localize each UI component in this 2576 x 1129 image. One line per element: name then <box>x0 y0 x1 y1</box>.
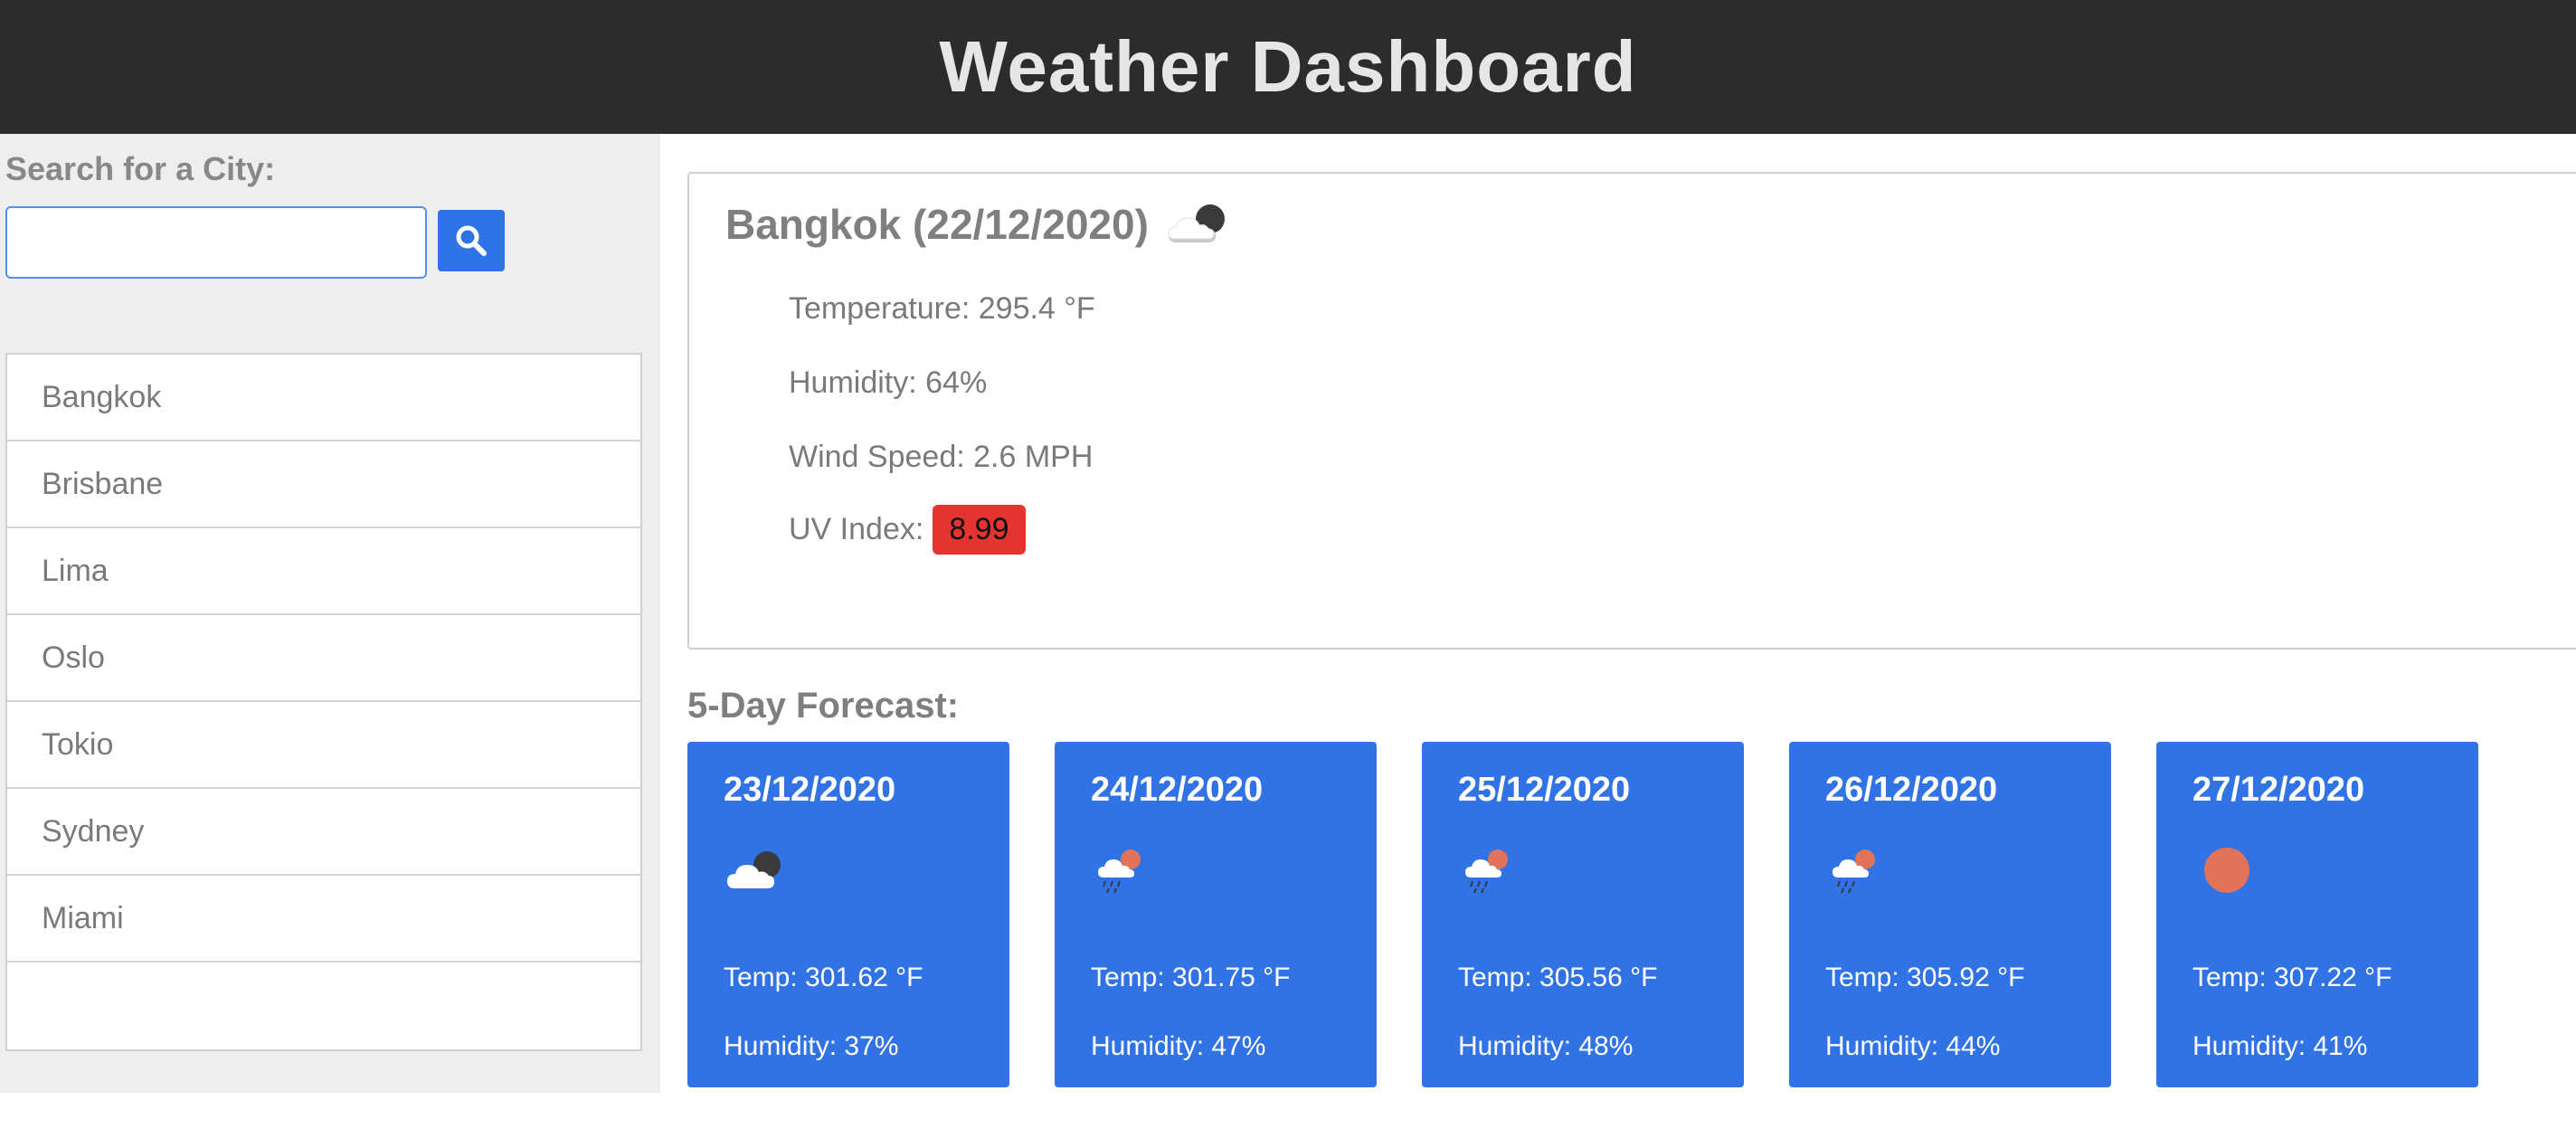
city-history-list: Bangkok Brisbane Lima Oslo Tokio Sydney … <box>5 353 642 1051</box>
city-item-brisbane[interactable]: Brisbane <box>7 441 640 528</box>
forecast-card: 24/12/2020 Temp: 301.75 °F Humidity: 47% <box>1055 742 1377 1087</box>
forecast-humidity: Humidity: 41% <box>2192 1031 2368 1061</box>
forecast-humidity: Humidity: 47% <box>1091 1031 1266 1061</box>
city-item-oslo[interactable]: Oslo <box>7 615 640 702</box>
forecast-humidity: Humidity: 44% <box>1825 1031 2001 1061</box>
search-input[interactable] <box>5 206 427 279</box>
current-humidity: Humidity: 64% <box>789 365 988 400</box>
forecast-temp: Temp: 305.92 °F <box>1825 963 2025 992</box>
clear-sun-icon <box>2204 848 2249 893</box>
forecast-date: 25/12/2020 <box>1458 771 1631 809</box>
search-button[interactable] <box>438 210 505 271</box>
forecast-date: 24/12/2020 <box>1091 771 1264 809</box>
city-item-sydney[interactable]: Sydney <box>7 789 640 876</box>
current-temperature: Temperature: 295.4 °F <box>789 291 1095 326</box>
forecast-card: 23/12/2020 Temp: 301.62 °F Humidity: 37% <box>687 742 1009 1087</box>
forecast-temp: Temp: 307.22 °F <box>2192 963 2392 992</box>
forecast-temp: Temp: 305.56 °F <box>1458 963 1658 992</box>
current-city-date: Bangkok (22/12/2020) <box>725 201 1149 248</box>
current-wind-speed: Wind Speed: 2.6 MPH <box>789 440 1094 474</box>
forecast-humidity: Humidity: 48% <box>1458 1031 1634 1061</box>
forecast-date: 26/12/2020 <box>1825 771 1998 809</box>
search-icon <box>456 225 487 256</box>
rain-sun-icon <box>1465 849 1508 894</box>
current-weather-title: Bangkok (22/12/2020) <box>725 195 1236 253</box>
search-label: Search for a City: <box>5 150 276 187</box>
rain-sun-icon <box>1098 849 1141 894</box>
sidebar: Search for a City: Bangkok Brisbane Lima… <box>0 134 660 1093</box>
current-uv-row: UV Index: 8.99 <box>789 505 1026 555</box>
forecast-temp: Temp: 301.62 °F <box>724 963 923 992</box>
forecast-card: 26/12/2020 Temp: 305.92 °F Humidity: 44% <box>1789 742 2111 1087</box>
forecast-humidity: Humidity: 37% <box>724 1031 899 1061</box>
forecast-card: 27/12/2020 Temp: 307.22 °F Humidity: 41% <box>2156 742 2478 1087</box>
forecast-card: 25/12/2020 Temp: 305.56 °F Humidity: 48% <box>1422 742 1744 1087</box>
rain-sun-icon <box>1833 849 1875 894</box>
city-item-miami[interactable]: Miami <box>7 876 640 963</box>
city-item-empty <box>7 963 640 1049</box>
cloudy-night-icon <box>1168 204 1225 242</box>
city-item-tokio[interactable]: Tokio <box>7 702 640 789</box>
city-item-bangkok[interactable]: Bangkok <box>7 355 640 441</box>
page-title: Weather Dashboard <box>939 26 1637 107</box>
uv-label: UV Index: <box>789 512 924 546</box>
forecast-title: 5-Day Forecast: <box>687 686 960 726</box>
city-item-lima[interactable]: Lima <box>7 528 640 615</box>
current-weather-card: Bangkok (22/12/2020) Temperature: 295.4 … <box>687 172 2576 650</box>
uv-index-badge: 8.99 <box>933 505 1026 555</box>
cloudy-night-icon <box>727 851 781 888</box>
forecast-temp: Temp: 301.75 °F <box>1091 963 1291 992</box>
header: Weather Dashboard <box>0 0 2576 134</box>
forecast-date: 23/12/2020 <box>724 771 896 809</box>
forecast-date: 27/12/2020 <box>2192 771 2365 809</box>
